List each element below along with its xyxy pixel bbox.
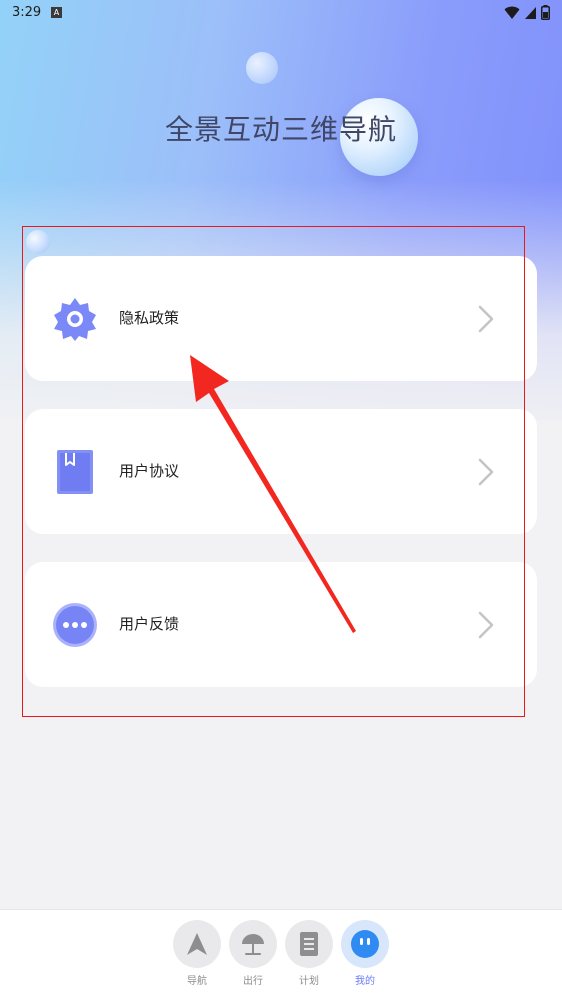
- plan-list-icon: [300, 932, 318, 956]
- navigation-arrow-icon: [187, 933, 207, 955]
- nav-label: 我的: [355, 976, 375, 987]
- beach-umbrella-icon: [242, 934, 264, 955]
- nav-label: 计划: [299, 976, 319, 987]
- nav-item-profile[interactable]: 我的: [339, 920, 391, 994]
- nav-item-plan[interactable]: 计划: [283, 920, 335, 994]
- profile-face-icon: [351, 930, 379, 958]
- annotation-arrow: [190, 355, 356, 633]
- nav-item-travel[interactable]: 出行: [227, 920, 279, 994]
- bottom-nav: 导航 出行 计划 我的: [0, 909, 562, 999]
- nav-label: 出行: [243, 976, 263, 987]
- nav-item-navigation[interactable]: 导航: [171, 920, 223, 994]
- nav-label: 导航: [187, 976, 207, 987]
